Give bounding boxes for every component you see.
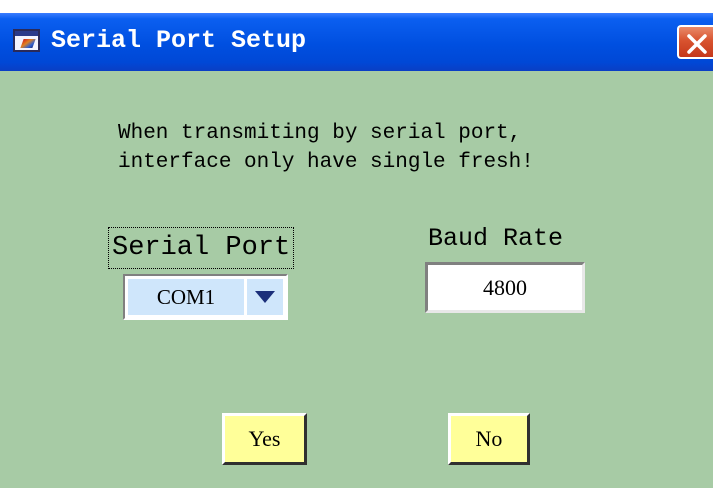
close-icon — [687, 34, 707, 54]
yes-button[interactable]: Yes — [222, 413, 307, 465]
info-message: When transmiting by serial port, interfa… — [118, 122, 534, 174]
baud-rate-label: Baud Rate — [428, 224, 564, 253]
serial-port-dropdown-button[interactable] — [247, 279, 283, 315]
close-button[interactable] — [677, 25, 713, 59]
serial-port-select[interactable]: COM1 — [123, 274, 288, 320]
serial-port-value[interactable]: COM1 — [128, 279, 244, 315]
title-bar[interactable]: Serial Port Setup — [0, 13, 713, 71]
app-icon — [13, 29, 40, 52]
no-button[interactable]: No — [448, 413, 530, 465]
serial-port-setup-window: Serial Port Setup When transmiting by se… — [0, 13, 713, 488]
triangle-down-icon — [255, 291, 275, 303]
serial-port-label: Serial Port — [108, 227, 295, 269]
window-title: Serial Port Setup — [51, 26, 307, 55]
baud-rate-field[interactable]: 4800 — [425, 262, 585, 313]
